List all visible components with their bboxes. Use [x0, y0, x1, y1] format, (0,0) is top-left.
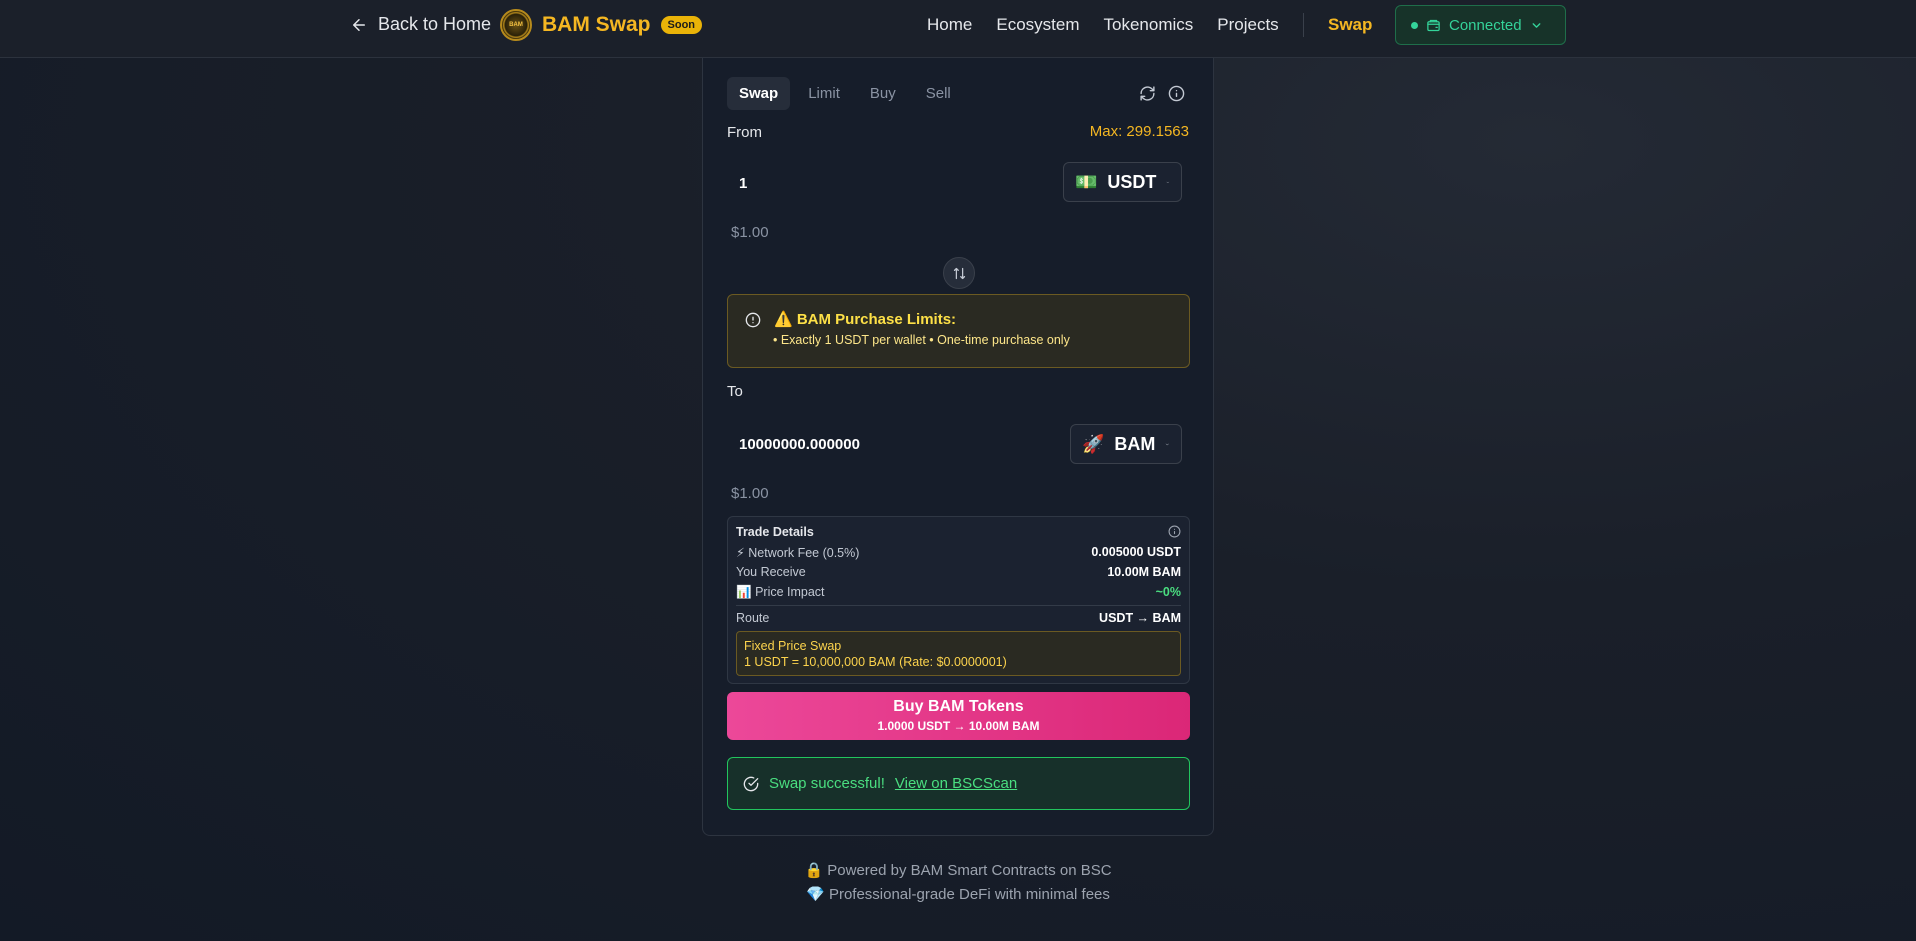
wallet-status-label: Connected: [1449, 16, 1522, 34]
trade-details-title: Trade Details: [736, 525, 814, 539]
from-token-select[interactable]: 💵 USDT: [1063, 162, 1182, 202]
fixed-price-title: Fixed Price Swap: [744, 639, 842, 653]
wallet-connected-button[interactable]: Connected: [1395, 5, 1566, 45]
fixed-price-rate: 1 USDT = 10,000,000 BAM (Rate: $0.000000…: [744, 655, 1007, 669]
top-navbar: Back to Home BAM BAM Swap Soon Home Ecos…: [0, 0, 1916, 58]
from-usd-value: $1.00: [731, 224, 769, 241]
fixed-price-note: Fixed Price Swap 1 USDT = 10,000,000 BAM…: [736, 631, 1181, 676]
back-to-home-label: Back to Home: [378, 14, 492, 34]
network-fee-label: Network Fee (0.5%): [748, 546, 860, 560]
tab-buy[interactable]: Buy: [858, 77, 908, 110]
swap-success-alert: Swap successful! View on BSCScan: [727, 757, 1190, 810]
tab-sell[interactable]: Sell: [914, 77, 963, 110]
success-text: Swap successful!: [769, 775, 885, 792]
network-fee-row: ⚡ Network Fee (0.5%) 0.005000 USDT: [736, 545, 1181, 560]
buy-bam-button[interactable]: Buy BAM Tokens 1.0000 USDT → 10.00M BAM: [727, 692, 1190, 740]
purchase-limits-text: • Exactly 1 USDT per wallet • One-time p…: [773, 333, 1070, 347]
receive-label: You Receive: [736, 565, 806, 579]
soon-badge: Soon: [660, 16, 703, 34]
to-amount-output: 10000000.000000: [739, 436, 860, 453]
price-impact-label: Price Impact: [755, 585, 825, 599]
to-token-select[interactable]: 🚀 BAM: [1070, 424, 1182, 464]
buy-button-label: Buy BAM Tokens: [893, 698, 1024, 715]
purchase-limits-title: ⚠️ BAM Purchase Limits:: [774, 311, 957, 328]
nav-swap[interactable]: Swap: [1328, 15, 1372, 35]
card-tools: [1139, 85, 1185, 102]
chevron-down-icon: [1532, 22, 1540, 28]
price-impact-value: ~0%: [1155, 585, 1181, 599]
bam-logo: BAM: [500, 9, 532, 41]
receive-value: 10.00M BAM: [1107, 565, 1181, 579]
buy-button-subtext: 1.0000 USDT → 10.00M BAM: [877, 719, 1040, 733]
view-on-bscscan-link[interactable]: View on BSCScan: [895, 775, 1017, 792]
status-dot: [1411, 21, 1418, 29]
brand-name: BAM Swap: [542, 13, 651, 36]
max-balance[interactable]: Max: 299.1563: [1090, 123, 1189, 140]
chart-icon: 📊: [736, 585, 752, 599]
nav-tokenomics[interactable]: Tokenomics: [1104, 15, 1194, 35]
route-value: USDT → BAM: [1099, 611, 1181, 625]
footer-powered-by: 🔒 Powered by BAM Smart Contracts on BSC: [804, 862, 1112, 879]
info-icon[interactable]: [1168, 85, 1185, 102]
network-fee-value: 0.005000 USDT: [1091, 545, 1181, 559]
tab-swap[interactable]: Swap: [727, 77, 791, 110]
nav-divider: [1303, 13, 1304, 37]
trade-details-panel: Trade Details ⚡ Network Fee (0.5%) 0.005…: [727, 516, 1190, 684]
nav-projects[interactable]: Projects: [1217, 15, 1278, 35]
details-divider: [736, 605, 1181, 606]
lightning-icon: ⚡: [736, 546, 745, 560]
tab-limit[interactable]: Limit: [796, 77, 852, 110]
refresh-icon[interactable]: [1139, 85, 1156, 102]
nav-ecosystem[interactable]: Ecosystem: [996, 15, 1079, 35]
from-token-symbol: USDT: [1107, 171, 1157, 192]
main-nav: Home Ecosystem Tokenomics Projects: [927, 15, 1279, 35]
bam-logo-text: BAM: [509, 22, 523, 28]
alert-circle-icon: [745, 312, 761, 328]
switch-tokens-button[interactable]: [943, 257, 975, 289]
from-label: From: [727, 124, 762, 141]
route-row: Route USDT → BAM: [736, 611, 1181, 625]
nav-home[interactable]: Home: [927, 15, 972, 35]
brand[interactable]: BAM BAM Swap Soon: [500, 9, 703, 41]
wallet-icon: [1427, 19, 1440, 31]
check-circle-icon: [743, 776, 759, 791]
purchase-limits-alert: ⚠️ BAM Purchase Limits: • Exactly 1 USDT…: [727, 294, 1190, 368]
swap-card: Swap Limit Buy Sell From Max: 299.1563 1…: [702, 58, 1214, 836]
chevron-down-icon: [1166, 443, 1170, 445]
route-label: Route: [736, 611, 770, 625]
receive-row: You Receive 10.00M BAM: [736, 565, 1181, 579]
to-label: To: [727, 383, 743, 400]
from-amount-input[interactable]: 1: [739, 175, 747, 192]
to-usd-value: $1.00: [731, 485, 769, 502]
swap-arrows-icon: [953, 267, 965, 279]
bam-token-icon: 🚀: [1082, 433, 1105, 454]
to-token-symbol: BAM: [1114, 433, 1156, 454]
price-impact-row: 📊 Price Impact ~0%: [736, 585, 1181, 600]
chevron-down-icon: [1167, 181, 1170, 183]
footer-tagline: 💎 Professional-grade DeFi with minimal f…: [806, 886, 1110, 903]
arrow-left-icon: [353, 18, 365, 31]
info-icon[interactable]: [1168, 525, 1181, 538]
usdt-token-icon: 💵: [1075, 171, 1098, 192]
back-to-home-link[interactable]: Back to Home: [350, 14, 491, 35]
swap-tabs: Swap Limit Buy Sell: [727, 77, 963, 110]
